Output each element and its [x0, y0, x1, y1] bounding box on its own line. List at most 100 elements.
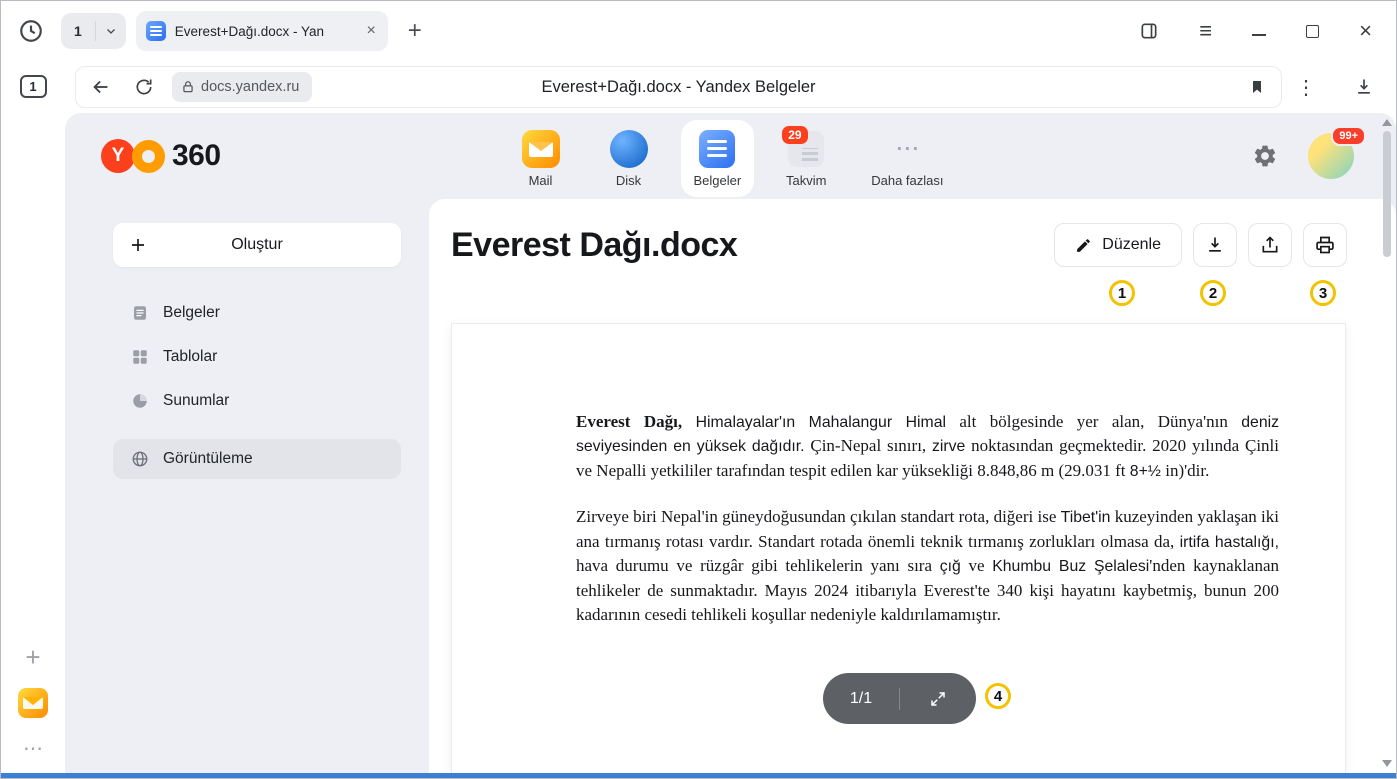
tab-group-chip[interactable]: 1 — [61, 13, 126, 49]
doc-paragraph: Zirveye biri Nepal'in güneydoğusundan çı… — [576, 505, 1279, 627]
printer-icon — [1315, 235, 1335, 255]
edit-label: Düzenle — [1102, 236, 1161, 254]
logo-brand: 360 — [172, 139, 221, 173]
documents-icon — [699, 130, 735, 168]
calendar-badge: 29 — [782, 126, 807, 144]
url-text: docs.yandex.ru — [201, 79, 299, 95]
service-label: Disk — [616, 173, 641, 188]
expand-icon — [929, 690, 947, 708]
downloads-icon[interactable] — [1354, 77, 1374, 97]
reload-icon[interactable] — [134, 77, 154, 97]
download-icon — [1205, 235, 1225, 255]
scrollbar[interactable] — [1380, 115, 1394, 771]
sidebar-item-tables[interactable]: Tablolar — [113, 337, 401, 377]
create-label: Oluştur — [113, 236, 401, 254]
sidebar-item-label: Belgeler — [163, 304, 220, 322]
bookmark-icon[interactable] — [1249, 78, 1265, 96]
chevron-down-icon[interactable] — [96, 25, 126, 37]
sidebar: Oluştur Belgeler Tablolar — [65, 199, 429, 773]
new-tab-button[interactable]: + — [402, 19, 428, 43]
document-panel: Everest Dağı.docx Düzenle — [429, 199, 1396, 773]
service-disk[interactable]: Disk — [593, 120, 665, 197]
service-mail[interactable]: Mail — [505, 120, 577, 197]
tab-close-icon[interactable]: × — [364, 22, 377, 40]
document-title: Everest Dağı.docx — [451, 226, 737, 265]
browser-kebab-icon[interactable]: ⋮ — [1294, 75, 1318, 100]
document-icon — [131, 304, 149, 322]
doc-paragraph: Everest Dağı, Himalayalar'ın Mahalangur … — [576, 410, 1279, 483]
yandex-mail-icon[interactable] — [18, 688, 48, 718]
plus-icon — [129, 236, 147, 254]
omnibox[interactable]: docs.yandex.ru Everest+Dağı.docx - Yande… — [75, 66, 1282, 108]
service-label: Mail — [529, 173, 553, 188]
annotation-marker-4: 4 — [985, 683, 1011, 709]
document-text: Everest Dağı, Himalayalar'ın Mahalangur … — [452, 324, 1345, 627]
clock-icon — [18, 18, 44, 44]
service-switcher: Mail Disk Belgeler 29 Takvim — [505, 120, 957, 197]
table-icon — [131, 348, 149, 366]
address-bar-row: docs.yandex.ru Everest+Dağı.docx - Yande… — [65, 61, 1396, 113]
create-button[interactable]: Oluştur — [113, 223, 401, 267]
logo-o-icon — [132, 140, 165, 173]
taskbar-edge — [1, 773, 1396, 778]
download-button[interactable] — [1193, 223, 1237, 267]
service-more[interactable]: ⋯ Daha fazlası — [858, 120, 956, 197]
sidebar-item-label: Tablolar — [163, 348, 217, 366]
browser-side-strip: 1 + ⋯ — [1, 61, 65, 773]
service-label: Takvim — [786, 173, 826, 188]
active-tab[interactable]: Everest+Dağı.docx - Yan × — [136, 11, 388, 51]
tab-count-badge[interactable]: 1 — [20, 75, 47, 98]
tab-strip: 1 Everest+Dağı.docx - Yan × + ≡ × — [1, 1, 1396, 61]
share-button[interactable] — [1248, 223, 1292, 267]
minimize-button[interactable] — [1252, 34, 1266, 36]
sidebar-item-label: Görüntüleme — [163, 450, 253, 468]
service-label: Daha fazlası — [871, 173, 943, 188]
maximize-button[interactable] — [1306, 25, 1319, 38]
strip-add-icon[interactable]: + — [25, 644, 40, 670]
fullscreen-button[interactable] — [900, 690, 976, 708]
share-icon — [1260, 235, 1280, 255]
service-calendar[interactable]: 29 Takvim — [770, 120, 842, 197]
back-icon[interactable] — [90, 76, 112, 98]
page-count: 1/1 — [823, 690, 899, 708]
notification-badge: 99+ — [1331, 126, 1366, 146]
avatar[interactable]: 99+ — [1308, 133, 1354, 179]
tab-counter: 1 — [61, 23, 95, 39]
sidebar-item-documents[interactable]: Belgeler — [113, 293, 401, 333]
window-controls: ≡ × — [1139, 20, 1372, 42]
logo-y-icon: Y — [101, 139, 135, 173]
calendar-icon: 29 — [788, 131, 824, 167]
scrollbar-thumb[interactable] — [1383, 131, 1391, 257]
yandex360-logo[interactable]: Y 360 — [101, 139, 221, 173]
history-button[interactable] — [17, 17, 45, 45]
scroll-down-icon[interactable] — [1382, 760, 1392, 767]
gear-icon — [1252, 143, 1278, 169]
url-chip[interactable]: docs.yandex.ru — [172, 72, 312, 102]
sidebar-item-label: Sunumlar — [163, 392, 229, 410]
settings-button[interactable] — [1252, 143, 1278, 169]
annotation-marker-3: 3 — [1310, 280, 1336, 306]
document-header: Everest Dağı.docx Düzenle — [429, 199, 1396, 267]
menu-icon[interactable]: ≡ — [1199, 20, 1212, 42]
close-button[interactable]: × — [1359, 20, 1372, 42]
side-panel-icon[interactable] — [1139, 21, 1159, 41]
service-docs[interactable]: Belgeler — [681, 120, 755, 197]
page-indicator-pill[interactable]: 1/1 — [823, 673, 976, 724]
sidebar-item-presentations[interactable]: Sunumlar — [113, 381, 401, 421]
scroll-up-icon[interactable] — [1382, 119, 1392, 126]
print-button[interactable] — [1303, 223, 1347, 267]
annotation-marker-2: 2 — [1200, 280, 1226, 306]
edit-button[interactable]: Düzenle — [1054, 223, 1182, 267]
sidebar-item-viewing[interactable]: Görüntüleme — [113, 439, 401, 479]
yandex360-app: Y 360 Mail Disk Belgeler — [65, 113, 1396, 773]
service-label: Belgeler — [694, 173, 742, 188]
lock-icon — [181, 80, 195, 94]
annotation-marker-1: 1 — [1109, 280, 1135, 306]
app-header: Y 360 Mail Disk Belgeler — [65, 113, 1396, 199]
more-dots-icon: ⋯ — [895, 134, 919, 164]
pencil-icon — [1075, 237, 1092, 254]
tab-title: Everest+Dağı.docx - Yan — [175, 24, 356, 39]
pie-chart-icon — [131, 392, 149, 410]
sidebar-nav: Belgeler Tablolar Sunumlar — [65, 293, 429, 479]
strip-more-icon[interactable]: ⋯ — [23, 736, 43, 761]
